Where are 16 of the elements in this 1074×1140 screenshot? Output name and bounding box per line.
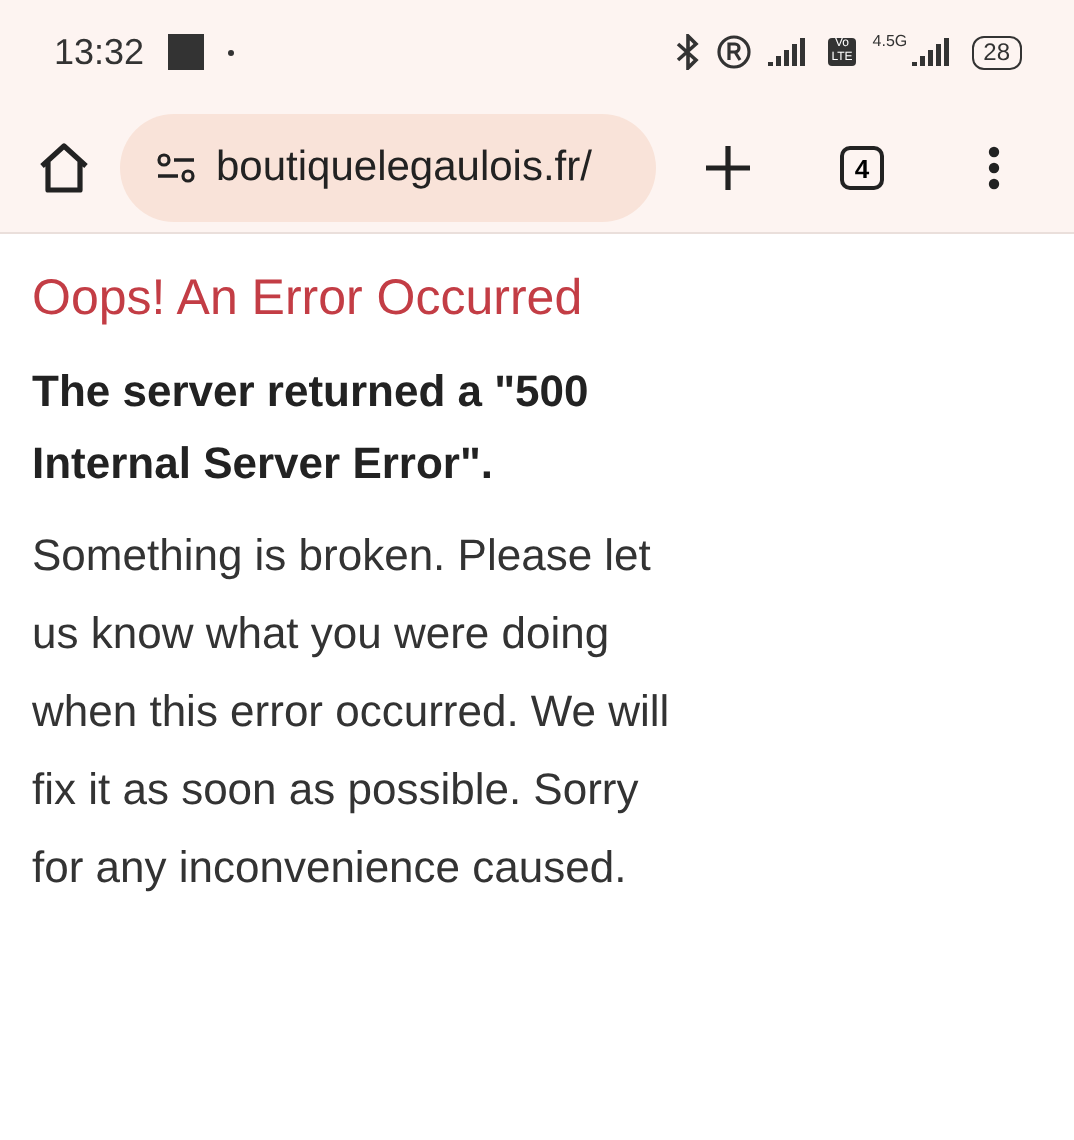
address-bar[interactable]: boutiquelegaulois.fr/ (120, 114, 656, 222)
more-menu-icon[interactable] (988, 146, 1000, 190)
new-tab-icon[interactable] (704, 144, 752, 192)
bluetooth-icon (675, 34, 700, 70)
square-icon (168, 34, 205, 70)
network-type: 4.5G (872, 32, 908, 50)
clock: 13:32 (54, 31, 145, 73)
error-message: Something is broken. Please let us know what you were doing when this error occurred. We will fix it as soon as possible. Sorry for any inconvenience caused. (32, 528, 672, 896)
error-heading: Oops! An Error Occurred (32, 270, 585, 328)
tab-count-button[interactable]: 4 (840, 146, 884, 190)
registered-icon (715, 34, 752, 70)
battery-level: 28 (971, 35, 1022, 69)
error-subheading: The server returned a "500 Internal Server Error". (32, 364, 591, 492)
settings-sliders-icon[interactable] (156, 152, 196, 184)
dot-icon (228, 49, 235, 55)
home-icon[interactable] (36, 142, 92, 194)
